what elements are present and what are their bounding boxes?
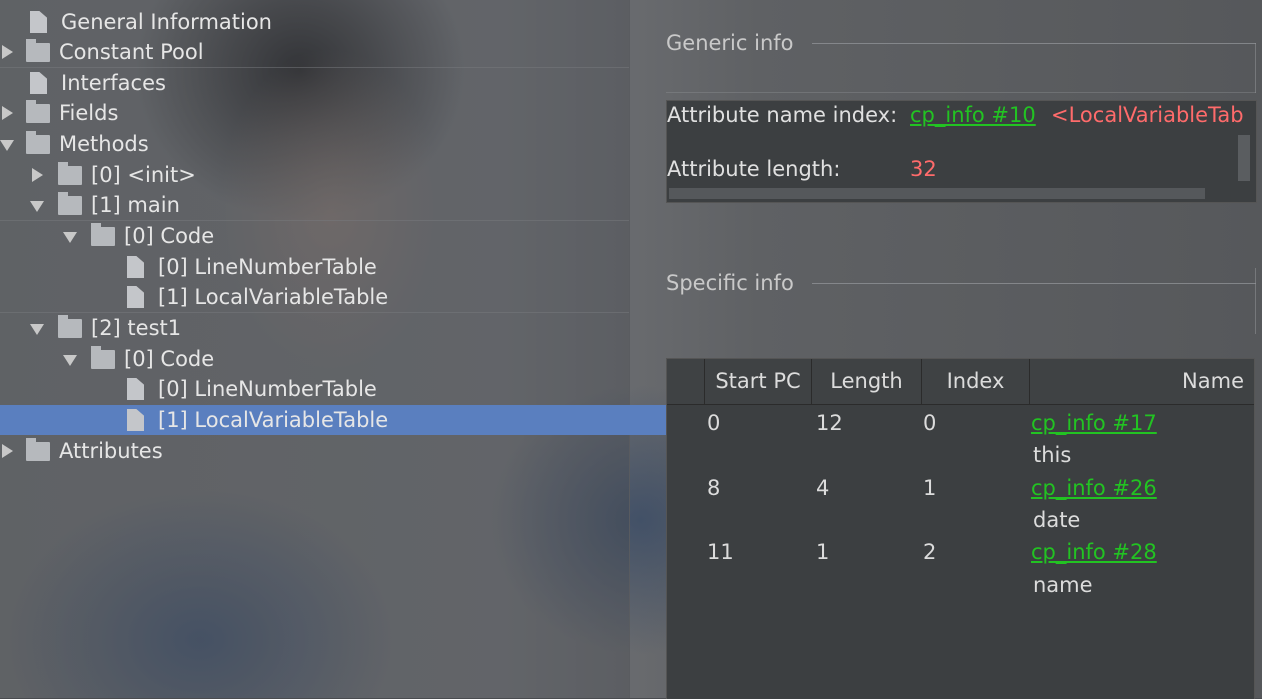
tree-item-label: [0] LineNumberTable (158, 255, 377, 279)
chevron-down-icon[interactable] (63, 352, 77, 366)
tree-item-label: [0] LineNumberTable (158, 377, 377, 401)
generic-info-title: Generic info (666, 31, 794, 55)
chevron-down-icon[interactable] (30, 321, 44, 335)
cell-name-link[interactable]: cp_info #17 (1031, 411, 1157, 435)
tree-item-label: [1] LocalVariableTable (158, 408, 389, 432)
attribute-name-index-value: <LocalVariableTab (1051, 103, 1244, 127)
tree-item-label: Methods (59, 132, 149, 156)
tree-item-constant-pool[interactable]: Constant Pool (0, 37, 629, 67)
cell-name-link[interactable]: cp_info #26 (1031, 476, 1157, 500)
tree-item-label: [0] Code (124, 347, 215, 371)
column-header-length[interactable]: Length (812, 359, 922, 404)
tree-item-label: General Information (61, 10, 272, 34)
table-header: Start PC Length Index Name (667, 359, 1254, 405)
tree-item-method-init[interactable]: [0] <init> (0, 160, 659, 190)
folder-icon (26, 437, 50, 461)
generic-info-bottom-border (666, 92, 1256, 93)
tree-item-attributes[interactable]: Attributes (0, 436, 629, 466)
tree-item-label: [2] test1 (91, 316, 182, 340)
tree-item-fields[interactable]: Fields (0, 98, 629, 128)
column-header-blank (667, 359, 705, 404)
folder-icon (91, 222, 115, 246)
cell-start-pc: 11 (707, 540, 734, 564)
cell-length: 1 (816, 540, 830, 564)
detail-pane: Generic info Attribute name index: cp_in… (630, 0, 1262, 699)
folder-icon (26, 99, 50, 123)
tree-item-method-main[interactable]: [1] main (0, 190, 659, 220)
cell-name: date (1033, 508, 1081, 532)
folder-icon (58, 314, 82, 338)
cell-length: 4 (816, 476, 830, 500)
tree-item-label: [0] Code (124, 224, 215, 248)
column-header-start-pc[interactable]: Start PC (705, 359, 812, 404)
file-icon (127, 256, 144, 278)
tree-item-methods[interactable]: Methods (0, 129, 629, 159)
horizontal-scrollbar[interactable] (669, 188, 1205, 199)
tree-item-test1-code[interactable]: [0] Code (0, 344, 692, 374)
cell-name-link[interactable]: cp_info #28 (1031, 540, 1157, 564)
cell-index: 1 (923, 476, 937, 500)
chevron-right-icon[interactable] (0, 45, 14, 59)
file-icon (127, 378, 144, 400)
chevron-down-icon[interactable] (30, 198, 44, 212)
file-icon (127, 286, 144, 308)
cell-start-pc: 8 (707, 476, 721, 500)
specific-info-divider (812, 283, 1256, 284)
folder-icon (91, 345, 115, 369)
attribute-name-index-label: Attribute name index: (667, 103, 898, 127)
generic-info-panel[interactable]: Attribute name index: cp_info #10 <Local… (666, 100, 1257, 203)
attribute-length-label: Attribute length: (667, 157, 841, 181)
tree-item-main-code[interactable]: [0] Code (0, 221, 692, 251)
generic-info-divider (812, 43, 1256, 44)
file-icon (30, 72, 47, 94)
tree-item-label: [1] main (91, 193, 180, 217)
folder-icon (58, 191, 82, 215)
tree-item-label: Fields (59, 101, 119, 125)
chevron-right-icon[interactable] (0, 106, 14, 120)
column-header-index[interactable]: Index (922, 359, 1030, 404)
cell-start-pc: 0 (707, 411, 721, 435)
chevron-down-icon[interactable] (0, 137, 14, 151)
cell-length: 12 (816, 411, 843, 435)
tree-item-label: [0] <init> (91, 163, 196, 187)
tree-item-label: Attributes (59, 439, 163, 463)
attribute-length-value: 32 (910, 157, 937, 181)
specific-info-border (1255, 268, 1256, 334)
file-icon (127, 409, 144, 431)
specific-info-title: Specific info (666, 271, 794, 295)
tree-item-general-information[interactable]: General Information (0, 7, 659, 37)
file-icon (30, 11, 47, 33)
cell-index: 2 (923, 540, 937, 564)
cell-name: this (1033, 443, 1072, 467)
tree-item-method-test1[interactable]: [2] test1 (0, 313, 659, 343)
folder-icon (26, 38, 50, 62)
tree-item-label: Constant Pool (59, 40, 204, 64)
chevron-right-icon[interactable] (30, 168, 44, 182)
cell-name: name (1033, 573, 1093, 597)
chevron-right-icon[interactable] (0, 444, 14, 458)
tree-item-label: [1] LocalVariableTable (158, 285, 389, 309)
folder-icon (58, 161, 82, 185)
column-header-name[interactable]: Name (1030, 359, 1254, 404)
attribute-name-index-link[interactable]: cp_info #10 (910, 103, 1036, 127)
generic-info-border (1255, 43, 1256, 93)
class-structure-tree[interactable]: General Information Constant Pool Interf… (0, 0, 756, 698)
folder-icon (26, 130, 50, 154)
cell-index: 0 (923, 411, 937, 435)
tree-item-label: Interfaces (61, 71, 166, 95)
chevron-down-icon[interactable] (63, 229, 77, 243)
vertical-scrollbar[interactable] (1238, 135, 1250, 181)
local-variable-table[interactable]: Start PC Length Index Name 0 12 0 cp_inf… (666, 358, 1255, 699)
tree-item-interfaces[interactable]: Interfaces (0, 68, 659, 98)
